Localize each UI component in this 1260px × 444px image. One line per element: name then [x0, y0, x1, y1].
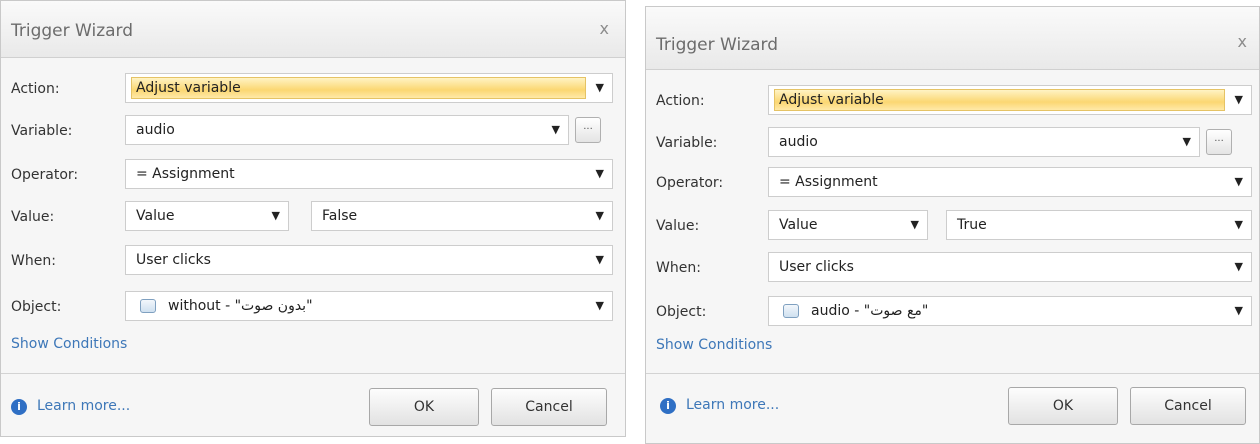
variable-dropdown[interactable]: audio ▼ [768, 127, 1200, 157]
when-label: When: [11, 253, 56, 269]
value-type: Value [136, 208, 175, 224]
chevron-down-icon: ▼ [271, 209, 280, 222]
value-type: Value [779, 217, 818, 233]
chevron-down-icon: ▼ [1234, 218, 1243, 231]
when-value: User clicks [136, 252, 211, 268]
dialog-title: Trigger Wizard [11, 21, 134, 41]
object-value: without - "بدون صوت" [168, 298, 313, 314]
chevron-down-icon: ▼ [1182, 135, 1191, 148]
object-row: Object: audio - "مع صوت" ▼ [646, 296, 1259, 332]
divider [1, 373, 625, 374]
trigger-wizard-dialog-right: Trigger Wizard x Action: Adjust variable… [645, 6, 1260, 444]
chevron-down-icon: ▼ [551, 123, 560, 136]
value-value: True [957, 217, 987, 233]
action-label: Action: [656, 93, 705, 109]
divider [646, 373, 1259, 374]
chevron-down-icon: ▼ [910, 218, 919, 231]
operator-dropdown[interactable]: = Assignment ▼ [125, 159, 613, 189]
action-dropdown[interactable]: Adjust variable ▼ [125, 73, 613, 103]
object-row: Object: without - "بدون صوت" ▼ [1, 291, 625, 327]
learn-more-link[interactable]: Learn more... [686, 397, 779, 413]
button-object-icon [140, 299, 156, 313]
value-dropdown[interactable]: True ▼ [946, 210, 1252, 240]
chevron-down-icon: ▼ [595, 167, 604, 180]
operator-row: Operator: = Assignment ▼ [1, 159, 625, 195]
value-row: Value: Value ▼ True ▼ [646, 210, 1259, 246]
object-label: Object: [656, 304, 707, 320]
button-object-icon [783, 304, 799, 318]
chevron-down-icon: ▼ [595, 81, 604, 94]
dialog-title: Trigger Wizard [656, 35, 779, 55]
action-row: Action: Adjust variable ▼ [1, 73, 625, 109]
variable-row: Variable: audio ▼ ... [646, 127, 1259, 163]
chevron-down-icon: ▼ [1234, 93, 1243, 106]
action-value: Adjust variable [779, 92, 884, 108]
variable-label: Variable: [656, 135, 718, 151]
close-icon[interactable]: x [1238, 32, 1247, 51]
action-row: Action: Adjust variable ▼ [646, 85, 1259, 121]
title-bar: Trigger Wizard x [1, 1, 625, 58]
value-type-dropdown[interactable]: Value ▼ [768, 210, 928, 240]
value-row: Value: Value ▼ False ▼ [1, 201, 625, 237]
action-dropdown[interactable]: Adjust variable ▼ [768, 85, 1252, 115]
operator-label: Operator: [11, 167, 79, 183]
operator-dropdown[interactable]: = Assignment ▼ [768, 167, 1252, 197]
variable-value: audio [136, 122, 175, 138]
operator-row: Operator: = Assignment ▼ [646, 167, 1259, 203]
chevron-down-icon: ▼ [1234, 304, 1243, 317]
chevron-down-icon: ▼ [595, 209, 604, 222]
value-value: False [322, 208, 358, 224]
ok-button[interactable]: OK [1008, 387, 1118, 425]
when-row: When: User clicks ▼ [1, 245, 625, 281]
object-dropdown[interactable]: without - "بدون صوت" ▼ [125, 291, 613, 321]
show-conditions-link[interactable]: Show Conditions [656, 337, 772, 353]
ok-button[interactable]: OK [369, 388, 479, 426]
when-label: When: [656, 260, 701, 276]
operator-label: Operator: [656, 175, 724, 191]
object-dropdown[interactable]: audio - "مع صوت" ▼ [768, 296, 1252, 326]
when-row: When: User clicks ▼ [646, 252, 1259, 288]
cancel-button[interactable]: Cancel [491, 388, 607, 426]
when-dropdown[interactable]: User clicks ▼ [125, 245, 613, 275]
info-icon: i [660, 398, 676, 414]
operator-value: = Assignment [779, 174, 878, 190]
operator-value: = Assignment [136, 166, 235, 182]
cancel-button[interactable]: Cancel [1130, 387, 1246, 425]
variable-row: Variable: audio ▼ ... [1, 115, 625, 151]
object-label: Object: [11, 299, 62, 315]
variable-dropdown[interactable]: audio ▼ [125, 115, 569, 145]
action-label: Action: [11, 81, 60, 97]
value-dropdown[interactable]: False ▼ [311, 201, 613, 231]
chevron-down-icon: ▼ [1234, 260, 1243, 273]
trigger-wizard-dialog-left: Trigger Wizard x Action: Adjust variable… [0, 0, 626, 437]
info-icon: i [11, 399, 27, 415]
when-dropdown[interactable]: User clicks ▼ [768, 252, 1252, 282]
value-label: Value: [656, 218, 700, 234]
chevron-down-icon: ▼ [1234, 175, 1243, 188]
object-value: audio - "مع صوت" [811, 303, 929, 319]
show-conditions-link[interactable]: Show Conditions [11, 336, 127, 352]
close-icon[interactable]: x [600, 19, 609, 38]
action-value: Adjust variable [136, 80, 241, 96]
chevron-down-icon: ▼ [595, 253, 604, 266]
variable-label: Variable: [11, 123, 73, 139]
value-type-dropdown[interactable]: Value ▼ [125, 201, 289, 231]
variable-browse-button[interactable]: ... [575, 117, 601, 143]
variable-browse-button[interactable]: ... [1206, 129, 1232, 155]
variable-value: audio [779, 134, 818, 150]
when-value: User clicks [779, 259, 854, 275]
chevron-down-icon: ▼ [595, 299, 604, 312]
learn-more-link[interactable]: Learn more... [37, 398, 130, 414]
title-bar: Trigger Wizard x [646, 7, 1259, 70]
value-label: Value: [11, 209, 55, 225]
